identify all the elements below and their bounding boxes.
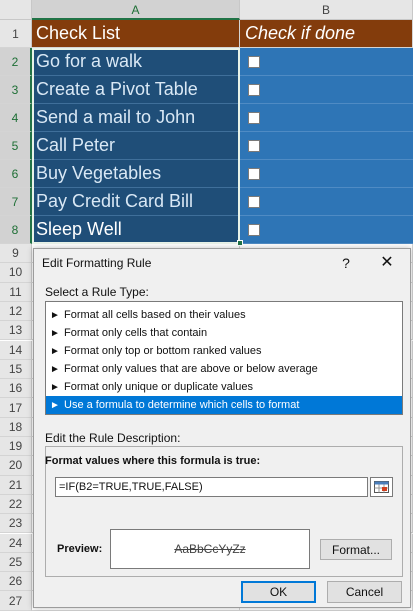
cell-b1[interactable]: Check if done [240,20,413,48]
task-cell[interactable]: Create a Pivot Table [32,76,240,104]
row-header-18[interactable]: 18 [0,417,32,437]
rule-type-option[interactable]: ► Format only unique or duplicate values [46,378,402,396]
task-cell[interactable]: Sleep Well [32,216,240,244]
row-header-14[interactable]: 14 [0,340,32,360]
fill-handle[interactable] [237,240,243,246]
rule-type-option[interactable]: ► Format all cells based on their values [46,306,402,324]
dialog-title: Edit Formatting Rule [42,256,152,270]
row-header-9[interactable]: 9 [0,244,32,264]
close-icon: ✕ [380,254,394,271]
close-button[interactable]: ✕ [374,253,400,273]
rule-description-label: Edit the Rule Description: [45,431,181,445]
arrow-icon: ► [50,327,60,339]
check-cell[interactable] [240,132,413,160]
row-header-25[interactable]: 25 [0,552,32,573]
done-checkbox[interactable] [248,195,260,208]
preview-label: Preview: [57,543,103,555]
rule-type-list[interactable]: ► Format all cells based on their values ►… [45,301,403,415]
range-selector-icon [374,481,389,493]
column-header-a[interactable]: A [32,0,240,20]
row-header-5[interactable]: 5 [0,132,32,160]
row-header-16[interactable]: 16 [0,379,32,399]
formula-input[interactable]: =IF(B2=TRUE,TRUE,FALSE) [55,477,368,497]
edit-formatting-rule-dialog: Edit Formatting Rule ? ✕ Select a Rule T… [33,248,411,608]
task-cell[interactable]: Go for a walk [32,48,240,76]
arrow-icon: ► [50,309,60,321]
cancel-button[interactable]: Cancel [327,581,402,603]
column-header-b[interactable]: B [240,0,413,20]
row-header-8[interactable]: 8 [0,216,32,244]
row-header-26[interactable]: 26 [0,572,32,592]
check-cell[interactable] [240,76,413,104]
select-all-corner[interactable] [0,0,32,20]
row-header-1[interactable]: 1 [0,20,32,48]
task-cell[interactable]: Call Peter [32,132,240,160]
format-button[interactable]: Format... [320,539,392,560]
check-cell[interactable] [240,48,413,76]
row-header-2[interactable]: 2 [0,48,32,76]
rule-type-label: Select a Rule Type: [45,285,149,299]
arrow-icon: ► [50,381,60,393]
row-header-6[interactable]: 6 [0,160,32,188]
rule-type-option[interactable]: ► Format only values that are above or be… [46,360,402,378]
row-header-4[interactable]: 4 [0,104,32,132]
done-checkbox[interactable] [248,111,260,124]
formula-label: Format values where this formula is true… [45,455,261,467]
rule-type-label: Format all cells based on their values [64,309,246,321]
preview-box: AaBbCcYyZz [110,529,310,569]
done-checkbox[interactable] [248,83,260,96]
task-cell[interactable]: Buy Vegetables [32,160,240,188]
row-header-7[interactable]: 7 [0,188,32,216]
row-header-10[interactable]: 10 [0,263,32,283]
rule-type-label: Format only top or bottom ranked values [64,345,262,357]
row-header-17[interactable]: 17 [0,398,32,418]
row-header-27[interactable]: 27 [0,591,32,611]
task-cell[interactable]: Pay Credit Card Bill [32,188,240,216]
check-cell[interactable] [240,160,413,188]
row-header-22[interactable]: 22 [0,494,32,515]
help-button[interactable]: ? [336,253,356,273]
rule-type-option[interactable]: ► Format only cells that contain [46,324,402,342]
arrow-icon: ► [50,399,60,411]
arrow-icon: ► [50,363,60,375]
rule-type-option[interactable]: ► Format only top or bottom ranked values [46,342,402,360]
row-header-3[interactable]: 3 [0,76,32,104]
check-cell[interactable] [240,216,413,244]
done-checkbox[interactable] [248,167,260,180]
row-header-21[interactable]: 21 [0,475,32,495]
task-cell[interactable]: Send a mail to John [32,104,240,132]
cell-a1[interactable]: Check List [32,20,240,48]
rule-type-label: Format only unique or duplicate values [64,381,253,393]
row-header-13[interactable]: 13 [0,321,32,341]
done-checkbox[interactable] [248,223,260,236]
row-header-23[interactable]: 23 [0,514,32,534]
row-header-11[interactable]: 11 [0,282,32,302]
rule-type-label: Format only values that are above or bel… [64,363,318,375]
row-header-15[interactable]: 15 [0,359,32,380]
rule-type-option[interactable]: ► Use a formula to determine which cells … [46,396,402,414]
row-header-20[interactable]: 20 [0,456,32,476]
row-header-19[interactable]: 19 [0,437,32,457]
done-checkbox[interactable] [248,55,260,68]
done-checkbox[interactable] [248,139,260,152]
check-cell[interactable] [240,188,413,216]
rule-type-label: Format only cells that contain [64,327,208,339]
rule-type-label: Use a formula to determine which cells t… [64,399,300,411]
row-header-12[interactable]: 12 [0,301,32,322]
ok-button[interactable]: OK [241,581,316,603]
check-cell[interactable] [240,104,413,132]
arrow-icon: ► [50,345,60,357]
range-selector-button[interactable] [370,477,393,497]
row-header-24[interactable]: 24 [0,533,32,553]
